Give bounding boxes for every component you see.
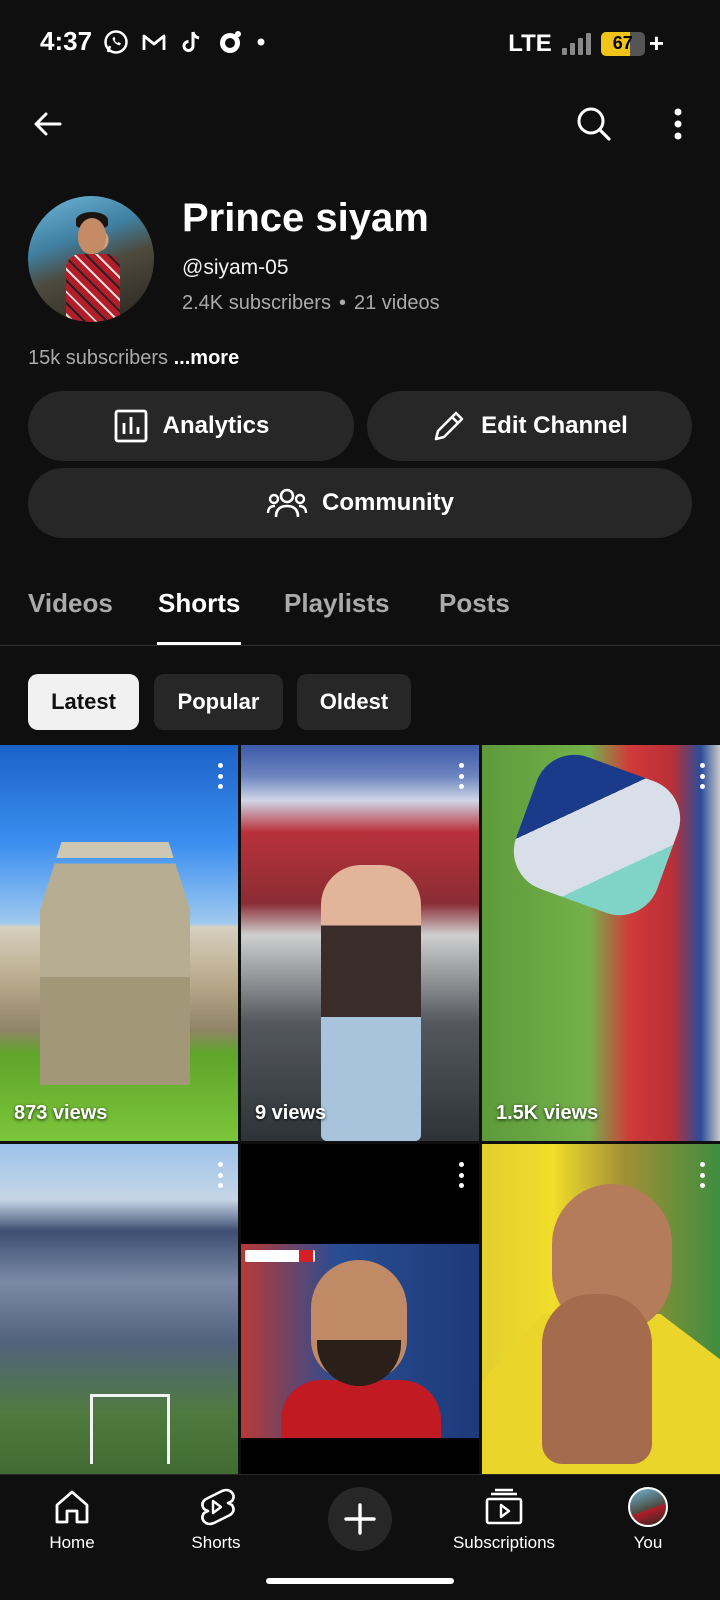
charging-icon: + [648,28,664,58]
more-vert-icon[interactable] [698,763,706,789]
signal-icon [561,32,591,55]
network-type: LTE [508,29,552,57]
battery-icon: 67 [600,31,645,56]
active-tab-indicator [157,642,241,645]
more-vert-icon[interactable] [457,1162,465,1188]
analytics-label: Analytics [162,412,270,439]
community-label: Community [322,489,454,516]
thumbnail-scoreboard-badge [299,1250,313,1262]
tab-posts[interactable]: Posts [439,588,510,619]
people-icon [266,488,308,518]
tab-shorts[interactable]: Shorts [158,588,240,619]
analytics-button[interactable]: Analytics [28,391,354,461]
view-count: 9 views [255,1102,327,1124]
app-notification-icon [216,28,244,56]
thumbnail-hands [542,1294,652,1464]
battery-percent: 67 [612,32,633,53]
channel-description[interactable]: 15k subscribers ...more [28,347,239,370]
subscriptions-icon [485,1488,523,1525]
video-count: 21 videos [353,292,440,314]
status-time: 4:37 [40,26,93,56]
subscriber-count: 2.4K subscribers [182,292,331,314]
edit-channel-label: Edit Channel [481,412,628,439]
chip-latest[interactable]: Latest [28,674,139,730]
channel-name: Prince siyam [182,196,429,240]
more-vert-icon[interactable] [457,763,465,789]
view-count: 1.5K views [496,1102,599,1124]
more-vert-icon[interactable] [216,763,224,789]
view-count: 873 views [14,1102,108,1124]
channel-tabs: Videos Shorts Playlists Posts [0,570,720,646]
status-right: LTE 67 + [508,28,664,59]
avatar-shirt [66,254,120,322]
top-app-bar [0,96,720,160]
shorts-icon [201,1488,235,1526]
create-button[interactable] [328,1487,392,1551]
community-button[interactable]: Community [28,468,692,538]
tab-playlists[interactable]: Playlists [284,588,390,619]
channel-handle: @siyam-05 [182,256,289,279]
description-text: 15k subscribers [28,347,169,369]
nav-home-label: Home [49,1533,95,1552]
more-vert-icon[interactable] [650,96,706,152]
whatsapp-icon [102,28,130,56]
more-vert-icon[interactable] [698,1162,706,1188]
analytics-icon [114,409,148,443]
nav-shorts[interactable]: Shorts [146,1487,286,1553]
home-icon [55,1490,89,1524]
short-tile[interactable]: 1.5K views [482,745,720,1141]
channel-avatar[interactable] [28,196,154,322]
thumbnail-image [40,815,190,1085]
nav-you-label: You [633,1533,663,1552]
nav-home[interactable]: Home [2,1487,142,1553]
avatar [628,1487,668,1527]
back-arrow-icon[interactable] [20,96,76,152]
dot-icon [254,28,268,56]
nav-subscriptions-label: Subscriptions [452,1533,556,1552]
status-bar: 4:37 LTE 67 + [0,0,720,86]
avatar-face [78,218,106,254]
channel-stats: 2.4K subscribers • 21 videos [182,292,440,315]
search-icon[interactable] [566,96,622,152]
chip-oldest[interactable]: Oldest [297,674,411,730]
short-tile[interactable]: 873 views [0,745,238,1141]
thumbnail-jersey [281,1380,441,1438]
short-tile[interactable]: 9 views [241,745,479,1141]
tab-videos[interactable]: Videos [28,588,113,619]
thumbnail-image [321,865,421,1141]
create-plus-icon [344,1503,376,1535]
notification-icons [102,26,268,58]
more-vert-icon[interactable] [216,1162,224,1188]
tiktok-icon [178,28,206,56]
chip-popular[interactable]: Popular [154,674,283,730]
pencil-icon [434,411,464,441]
nav-you[interactable]: You [578,1487,718,1553]
home-indicator[interactable] [266,1578,454,1584]
thumbnail-image [90,1394,170,1464]
stats-separator: • [338,292,346,314]
more-link[interactable]: ...more [174,347,240,369]
edit-channel-button[interactable]: Edit Channel [367,391,692,461]
gmail-icon [140,28,168,56]
thumbnail-image [502,745,692,927]
nav-shorts-label: Shorts [191,1533,241,1552]
nav-subscriptions[interactable]: Subscriptions [434,1487,574,1553]
